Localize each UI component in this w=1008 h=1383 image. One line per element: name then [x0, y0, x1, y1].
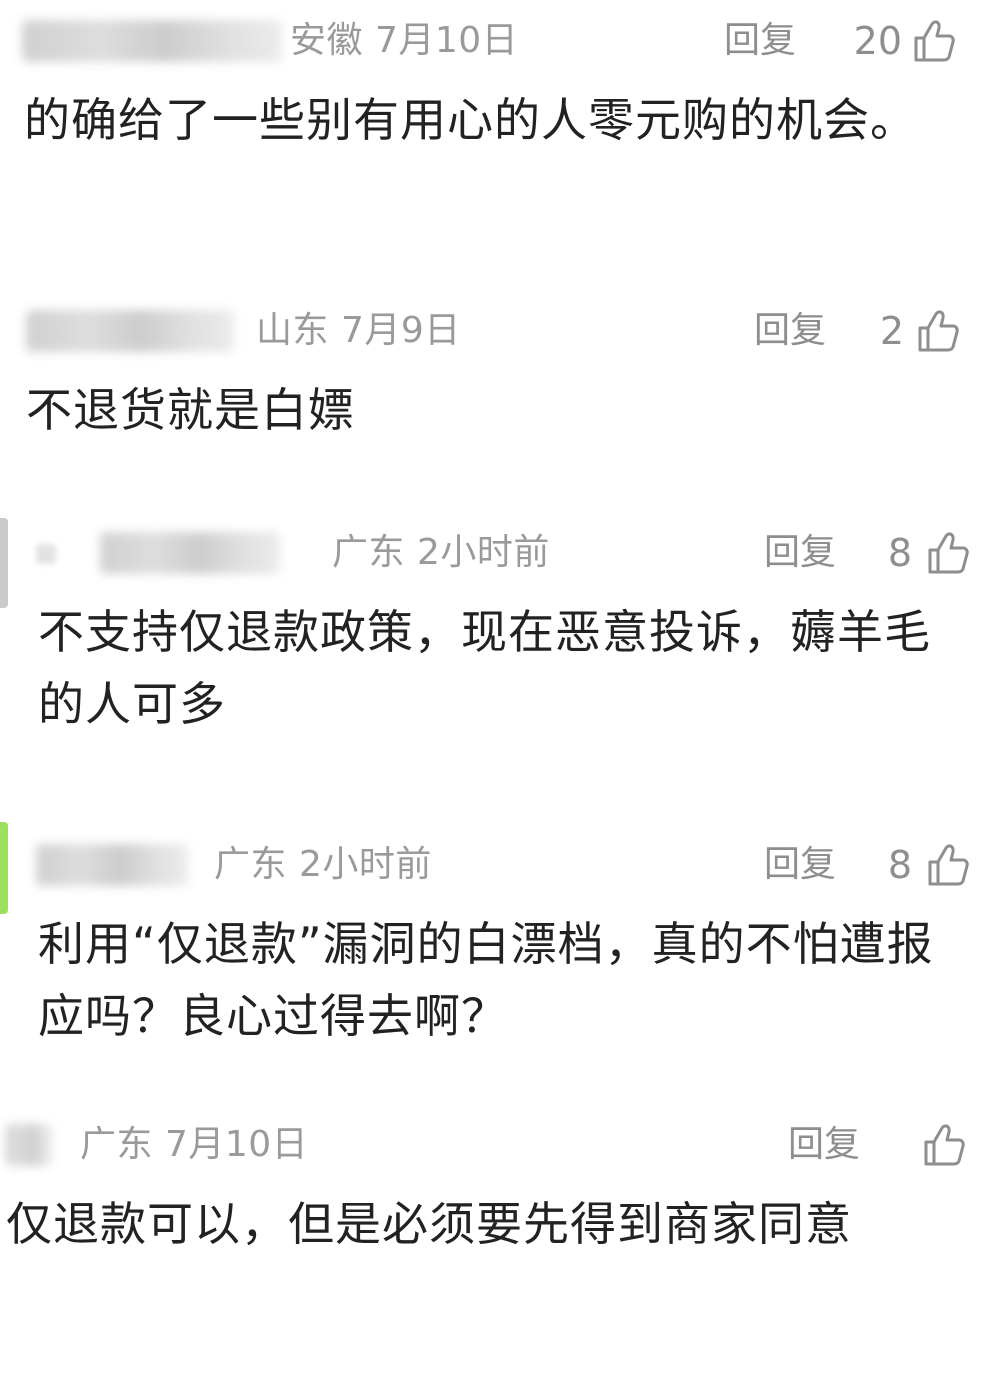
comment-date: 7月9日 — [340, 310, 461, 351]
reply-button[interactable]: 回复 — [754, 308, 826, 354]
comment-text: 仅退款可以，但是必须要先得到商家同意 — [6, 1197, 852, 1251]
thumbs-up-icon[interactable] — [922, 1122, 966, 1168]
blurred-username[interactable] — [100, 532, 280, 574]
reply-button[interactable]: 回复 — [724, 18, 796, 64]
comment-text: 的确给了一些别有用心的人零元购的机会。 — [24, 93, 917, 147]
blurred-avatar — [36, 544, 56, 564]
comment-date: 7月10日 — [374, 20, 519, 61]
comment-location: 广东 — [332, 532, 406, 573]
blurred-username[interactable] — [36, 844, 188, 886]
comment-location: 安徽 — [290, 20, 364, 61]
thumbs-up-icon[interactable] — [916, 308, 960, 354]
location-date: 广东 2小时前 — [214, 842, 432, 888]
like-count: 20 — [853, 19, 902, 63]
comment-item: 广东 2小时前 回复 8 不支持仅退款政策，现在恶意投诉，薅羊毛的人可多 — [0, 518, 1008, 758]
comment-item: 广东 7月10日 回复 仅退款可以，但是必须要先得到商家同意 — [0, 1106, 1008, 1366]
comment-text: 不退货就是白嫖 — [26, 383, 355, 437]
comment-date: 2小时前 — [416, 532, 550, 573]
reply-button[interactable]: 回复 — [764, 530, 836, 576]
reply-button[interactable]: 回复 — [788, 1122, 860, 1168]
comment-date: 2小时前 — [298, 844, 432, 885]
comment-location: 广东 — [214, 844, 288, 885]
thumbs-up-icon[interactable] — [926, 842, 970, 888]
comment-location: 广东 — [80, 1124, 154, 1165]
comment-item: 山东 7月9日 回复 2 不退货就是白嫖 — [0, 300, 1008, 470]
comment-meta: 广东 2小时前 回复 8 — [0, 522, 1008, 582]
location-date: 广东 2小时前 — [332, 530, 550, 576]
comment-meta: 山东 7月9日 回复 2 — [0, 300, 1008, 360]
comment-location: 山东 — [256, 310, 330, 351]
comment-text: 利用“仅退款”漏洞的白漂档，真的不怕遭报应吗？良心过得去啊？ — [38, 917, 934, 1043]
reply-button[interactable]: 回复 — [764, 842, 836, 888]
comment-date: 7月10日 — [164, 1124, 309, 1165]
comment-text: 不支持仅退款政策，现在恶意投诉，薅羊毛的人可多 — [38, 605, 931, 731]
thumbs-up-icon[interactable] — [926, 530, 970, 576]
blurred-username[interactable] — [26, 310, 234, 352]
blurred-username[interactable] — [6, 1124, 52, 1166]
location-date: 山东 7月9日 — [256, 308, 461, 354]
thumbs-up-icon[interactable] — [912, 18, 956, 64]
comment-item: 广东 2小时前 回复 8 利用“仅退款”漏洞的白漂档，真的不怕遭报应吗？良心过得… — [0, 822, 1008, 1062]
comment-item: 安徽 7月10日 回复 20 的确给了一些别有用心的人零元购的机会。 — [0, 0, 1008, 250]
like-count: 2 — [879, 309, 904, 353]
blurred-username[interactable] — [22, 20, 282, 62]
like-count: 8 — [887, 531, 912, 575]
comment-meta: 广东 2小时前 回复 8 — [0, 834, 1008, 894]
location-date: 广东 7月10日 — [80, 1122, 308, 1168]
comment-meta: 安徽 7月10日 回复 20 — [0, 10, 1008, 70]
comment-meta: 广东 7月10日 回复 — [0, 1114, 1008, 1174]
like-count: 8 — [887, 843, 912, 887]
location-date: 安徽 7月10日 — [290, 18, 518, 64]
